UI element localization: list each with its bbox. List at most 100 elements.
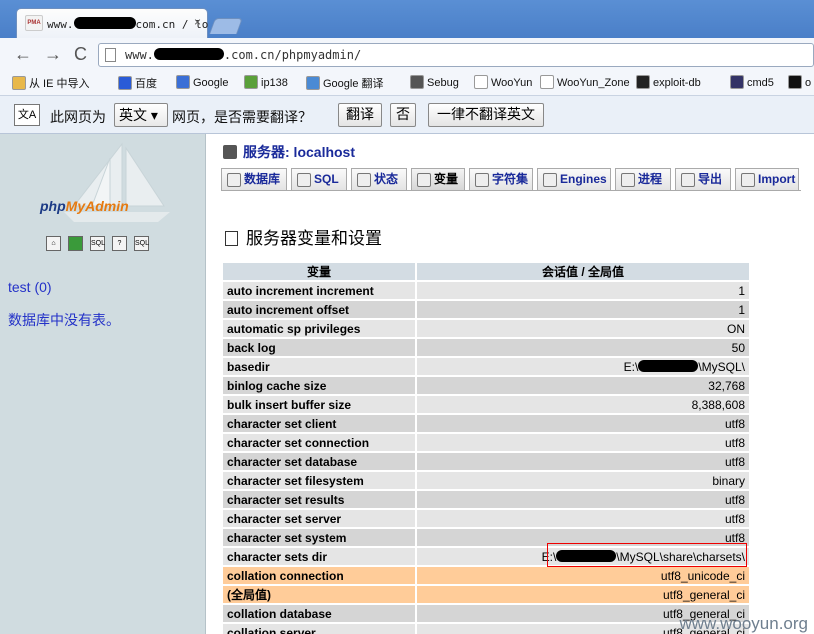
language-select[interactable]: 英文 ▾ bbox=[114, 103, 168, 127]
new-tab-button[interactable] bbox=[209, 18, 243, 34]
variable-value: 32,768 bbox=[417, 377, 749, 394]
value-text: utf8_unicode_ci bbox=[660, 568, 745, 583]
phpmyadmin-sailboat-logo-icon[interactable] bbox=[34, 140, 174, 230]
help-icon[interactable]: ? bbox=[112, 236, 127, 251]
value-text: 50 bbox=[731, 340, 745, 355]
browser-toolbar: ← → C www. .com.cn/phpmyadmin/ bbox=[0, 38, 814, 70]
tab-export[interactable]: 导出 bbox=[675, 168, 731, 190]
variable-value: E:\ \MySQL\share\charsets\ bbox=[417, 543, 749, 567]
tabs-divider bbox=[221, 190, 801, 191]
bookmark-item[interactable]: WooYun bbox=[474, 75, 532, 89]
column-header-value: 会话值 / 全局值 bbox=[417, 263, 749, 280]
table-row: auto increment offset 1 bbox=[223, 301, 749, 318]
variable-name: character set system bbox=[223, 529, 415, 546]
value-text: utf8 bbox=[724, 435, 745, 450]
bookmark-item[interactable]: Google bbox=[176, 75, 228, 89]
variables-icon bbox=[417, 173, 431, 187]
variable-value: utf8 bbox=[417, 510, 749, 527]
bookmark-item[interactable]: Google 翻译 bbox=[306, 75, 384, 91]
tab-status[interactable]: 状态 bbox=[351, 168, 407, 190]
phpmyadmin-favicon-icon: PMA bbox=[25, 15, 43, 31]
table-row: bulk insert buffer size 8,388,608 bbox=[223, 396, 749, 413]
url-text: www. .com.cn/phpmyadmin/ bbox=[125, 48, 362, 62]
phpmyadmin-logo-text[interactable]: phpMyAdmin bbox=[40, 198, 129, 214]
page-title: 服务器变量和设置 bbox=[225, 224, 382, 249]
variable-name: character set database bbox=[223, 453, 415, 470]
variable-name: character sets dir bbox=[223, 548, 415, 565]
quick-icons: ⌂ SQL? SQL bbox=[46, 236, 156, 251]
table-row: back log 50 bbox=[223, 339, 749, 356]
table-row: character sets dir E:\ \MySQL\share\charse… bbox=[223, 543, 749, 567]
highlight-box bbox=[547, 543, 747, 567]
page-icon bbox=[540, 75, 554, 89]
reload-icon[interactable]: C bbox=[74, 43, 87, 65]
tab-import[interactable]: Import bbox=[735, 168, 799, 190]
variable-value: E:\ \MySQL\ bbox=[417, 358, 749, 375]
value-text: 1 bbox=[738, 283, 745, 298]
variable-name: binlog cache size bbox=[223, 377, 415, 394]
browser-tab[interactable]: PMA www. com.cn / lo × bbox=[16, 8, 208, 38]
bookmark-item[interactable]: cmd5 bbox=[730, 75, 774, 89]
never-translate-button[interactable]: 一律不翻译英文 bbox=[428, 103, 544, 127]
value-text: 8,388,608 bbox=[691, 397, 745, 412]
bookmark-item[interactable]: 百度 bbox=[118, 75, 157, 91]
tab-charset[interactable]: 字符集 bbox=[469, 168, 533, 190]
back-arrow-icon[interactable]: ← bbox=[14, 43, 32, 65]
value-text: utf8 bbox=[724, 511, 745, 526]
value-text: 1 bbox=[738, 302, 745, 317]
tab-label: 进程 bbox=[638, 172, 663, 186]
tab-database[interactable]: 数据库 bbox=[221, 168, 287, 190]
value-text: 32,768 bbox=[708, 378, 745, 393]
variable-value: utf8 bbox=[417, 415, 749, 432]
value-text: ON bbox=[727, 321, 745, 336]
tab-variables[interactable]: 变量 bbox=[411, 168, 465, 190]
tab-label: 状态 bbox=[374, 172, 399, 186]
home-icon[interactable]: ⌂ bbox=[46, 236, 61, 251]
bookmark-item[interactable]: 从 IE 中导入 bbox=[12, 75, 90, 91]
table-row: basedir E:\ \MySQL\ bbox=[223, 358, 749, 375]
table-row: character set server utf8 bbox=[223, 510, 749, 527]
value-text: utf8 bbox=[724, 454, 745, 469]
close-icon[interactable]: × bbox=[194, 15, 201, 29]
variable-name: character set results bbox=[223, 491, 415, 508]
column-header-variable: 变量 bbox=[223, 263, 415, 280]
bookmark-item[interactable]: o bbox=[788, 75, 811, 89]
variable-value: utf8 bbox=[417, 434, 749, 451]
exit-icon[interactable] bbox=[68, 236, 83, 251]
table-row: automatic sp privileges ON bbox=[223, 320, 749, 337]
tab-process[interactable]: 进程 bbox=[615, 168, 671, 190]
redacted-mark bbox=[638, 359, 699, 372]
variable-value: utf8_unicode_ci bbox=[417, 567, 749, 584]
variable-name: basedir bbox=[223, 358, 415, 375]
table-row: character set client utf8 bbox=[223, 415, 749, 432]
variable-name: character set connection bbox=[223, 434, 415, 451]
page-icon bbox=[105, 48, 116, 62]
bookmark-label: 从 IE 中导入 bbox=[29, 78, 90, 90]
no-button[interactable]: 否 bbox=[390, 103, 416, 127]
forward-arrow-icon[interactable]: → bbox=[44, 43, 62, 65]
table-row: auto increment increment 1 bbox=[223, 282, 749, 299]
exploit-db-icon bbox=[636, 75, 650, 89]
variable-name: automatic sp privileges bbox=[223, 320, 415, 337]
database-link-test[interactable]: test (0) bbox=[8, 279, 52, 295]
docs-icon[interactable]: SQL bbox=[134, 236, 149, 251]
bookmark-label: Sebug bbox=[427, 77, 459, 89]
translate-question: 网页，是否需要翻译？ bbox=[172, 109, 312, 125]
bookmark-item[interactable]: WooYun_Zone bbox=[540, 75, 630, 89]
server-title[interactable]: 服务器: localhost bbox=[223, 142, 355, 162]
table-row: collation connection utf8_unicode_ci bbox=[223, 567, 749, 584]
bookmark-item[interactable]: ip138 bbox=[244, 75, 288, 89]
address-bar[interactable]: www. .com.cn/phpmyadmin/ bbox=[98, 43, 814, 67]
variable-name: character set client bbox=[223, 415, 415, 432]
variables-icon bbox=[225, 231, 238, 246]
redacted-mark bbox=[73, 17, 136, 29]
sql-icon[interactable]: SQL bbox=[90, 236, 105, 251]
tab-sql[interactable]: SQL bbox=[291, 168, 347, 190]
bookmark-item[interactable]: exploit-db bbox=[636, 75, 701, 89]
variable-value: utf8 bbox=[417, 453, 749, 470]
tab-engines[interactable]: Engines bbox=[537, 168, 611, 190]
bookmark-item[interactable]: Sebug bbox=[410, 75, 459, 89]
translate-button[interactable]: 翻译 bbox=[338, 103, 382, 127]
browser-tab-strip: PMA www. com.cn / lo × bbox=[0, 0, 814, 38]
variable-value: ON bbox=[417, 320, 749, 337]
